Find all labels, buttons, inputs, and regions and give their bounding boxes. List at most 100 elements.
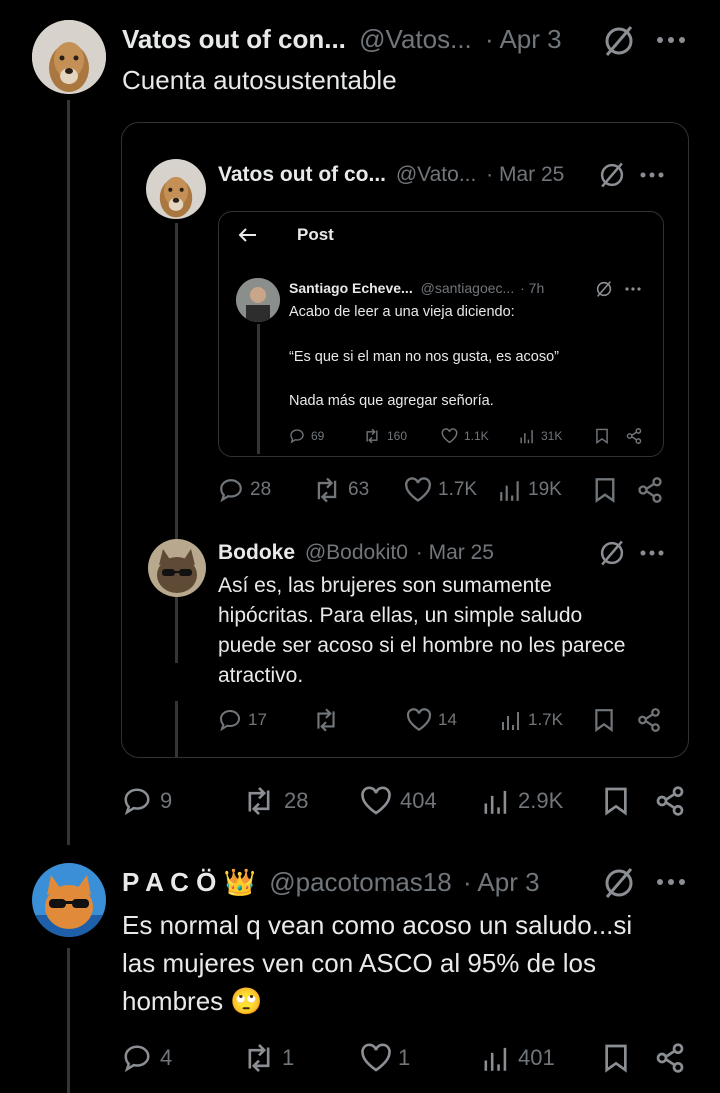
reply-count: 17 [248, 710, 267, 729]
tweet-text: Cuenta autosustentable [122, 65, 397, 95]
author-handle: @santiagoec... [420, 280, 515, 296]
author-handle[interactable]: @Vato... [396, 163, 476, 186]
view-count: 1.7K [528, 710, 563, 729]
repost-count: 160 [387, 429, 408, 443]
more-options-icon[interactable] [640, 172, 664, 178]
author-name[interactable]: P A C Ö [122, 867, 216, 897]
author-handle[interactable]: @Vatos... [359, 24, 472, 54]
more-options-icon[interactable] [656, 878, 686, 886]
tweet-text: las mujeres ven con ASCO al 95% de los [122, 948, 597, 978]
avatar[interactable] [32, 20, 106, 94]
thread-line [257, 324, 260, 454]
heart-icon[interactable] [360, 786, 392, 816]
repost-count: 1 [282, 1045, 295, 1070]
author-handle[interactable]: @Bodokit0 [305, 541, 408, 564]
avatar[interactable] [146, 159, 206, 219]
crown-emoji: 👑 [223, 867, 256, 897]
grok-icon[interactable] [602, 24, 636, 58]
avatar[interactable] [148, 539, 206, 597]
grok-icon [595, 280, 613, 298]
views-icon[interactable] [498, 477, 522, 503]
tweet-date[interactable]: · Mar 25 [416, 541, 494, 564]
grok-icon[interactable] [598, 161, 626, 189]
share-icon[interactable] [654, 1043, 686, 1073]
bookmark-icon[interactable] [604, 1043, 628, 1073]
views-icon[interactable] [482, 1043, 510, 1073]
eye-roll-emoji: 🙄 [230, 986, 263, 1016]
reply-count: 9 [160, 788, 173, 813]
like-count: 1.7K [438, 479, 478, 500]
share-icon [626, 428, 642, 444]
back-arrow-icon [237, 227, 257, 243]
share-icon[interactable] [654, 786, 686, 816]
tweet-date[interactable]: · Apr 3 [485, 24, 562, 54]
share-icon[interactable] [636, 477, 664, 503]
repost-icon [366, 428, 378, 444]
reply-icon[interactable] [218, 477, 244, 503]
cat-avatar-image [148, 539, 206, 597]
bookmark-icon[interactable] [594, 477, 616, 503]
heart-icon [441, 428, 458, 444]
reply-icon [290, 429, 304, 444]
author-handle[interactable]: @pacotomas18 [269, 867, 452, 897]
like-count: 404 [400, 788, 437, 813]
avatar[interactable] [32, 863, 106, 937]
more-options-icon [625, 287, 641, 291]
tweet-date: · 7h [520, 280, 545, 296]
bookmark-icon [596, 428, 608, 444]
tweet-text: hombres [122, 986, 224, 1016]
grok-icon[interactable] [602, 866, 636, 900]
repost-count: 28 [284, 788, 309, 813]
view-count: 401 [518, 1045, 555, 1070]
tweet-text: puede ser acoso si el hombre no les pare… [218, 634, 626, 657]
bookmark-icon[interactable] [604, 786, 628, 816]
reply-icon[interactable] [122, 1043, 152, 1073]
heart-icon[interactable] [406, 708, 432, 732]
more-options-icon[interactable] [640, 550, 664, 556]
views-icon[interactable] [482, 786, 510, 816]
view-count: 2.9K [518, 788, 564, 813]
reply-icon[interactable] [122, 786, 152, 816]
heart-icon[interactable] [404, 477, 432, 503]
tweet-text: atractivo. [218, 664, 304, 687]
avatar [236, 278, 280, 322]
repost-icon[interactable] [242, 786, 276, 816]
like-count: 14 [438, 710, 457, 729]
tweet-text: “Es que si el man no nos gusta, es acoso… [289, 349, 560, 365]
author-name: Santiago Echeve... [289, 280, 413, 296]
dog-avatar-image [146, 159, 206, 219]
author-name[interactable]: Vatos out of co... [218, 163, 386, 186]
share-icon[interactable] [636, 708, 662, 732]
tweet-text: Acabo de leer a una vieja diciendo: [289, 304, 515, 320]
view-count: 31K [541, 429, 563, 443]
like-count: 1 [398, 1045, 411, 1070]
reply-count: 28 [250, 479, 272, 500]
more-options-icon[interactable] [656, 36, 686, 44]
screen-title: Post [297, 225, 334, 244]
repost-icon[interactable] [312, 477, 342, 503]
view-count: 19K [528, 479, 562, 500]
embedded-screenshot[interactable]: Post Santiago Echeve... @santiagoec... ·… [218, 211, 664, 457]
dog-avatar-image [32, 20, 106, 94]
grok-icon[interactable] [598, 539, 626, 567]
bookmark-icon[interactable] [594, 708, 614, 732]
cat-avatar-image [32, 863, 106, 937]
tweet-text: Nada más que agregar señoría. [289, 393, 494, 409]
author-name[interactable]: Vatos out of con... [122, 24, 346, 54]
repost-icon[interactable] [312, 708, 340, 732]
heart-icon[interactable] [360, 1043, 392, 1073]
repost-icon[interactable] [242, 1043, 276, 1073]
views-icon[interactable] [500, 708, 522, 732]
reply-count: 69 [311, 429, 325, 443]
tweet-date[interactable]: · Mar 25 [486, 163, 564, 186]
tweet-text: hipócritas. Para ellas, un simple saludo [218, 604, 583, 627]
author-name[interactable]: Bodoke [218, 541, 295, 564]
tweet-date[interactable]: · Apr 3 [463, 867, 540, 897]
reply-icon[interactable] [218, 708, 242, 732]
tweet-text: Así es, las brujeres son sumamente [218, 574, 552, 597]
thread-line [175, 701, 178, 757]
thread-line [67, 948, 70, 1093]
repost-count: 63 [348, 479, 370, 500]
thread-line [175, 223, 178, 663]
quoted-post-card[interactable]: Vatos out of co... @Vato... · Mar 25 Pos… [121, 122, 689, 758]
